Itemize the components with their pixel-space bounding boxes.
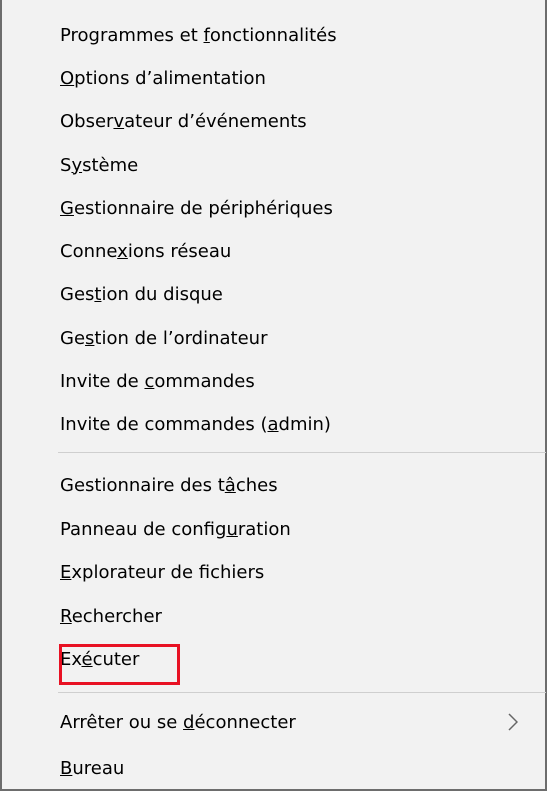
- menu-item-label: Programmes et fonctionnalités: [60, 24, 337, 46]
- menu-item-label: Invite de commandes: [60, 370, 255, 392]
- menu-item-search[interactable]: Rechercher: [60, 597, 540, 635]
- menu-item-label: Arrêter ou se déconnecter: [60, 711, 296, 733]
- menu-item-label: Panneau de configuration: [60, 518, 291, 540]
- menu-item-system[interactable]: Système: [60, 146, 540, 184]
- menu-item-label: Options d’alimentation: [60, 67, 266, 89]
- menu-item-file-explorer[interactable]: Explorateur de fichiers: [60, 553, 540, 591]
- menu-item-label: Connexions réseau: [60, 240, 232, 262]
- menu-item-label: Rechercher: [60, 605, 162, 627]
- menu-item-power-options[interactable]: Options d’alimentation: [60, 59, 540, 97]
- menu-item-command-prompt-admin[interactable]: Invite de commandes (admin): [60, 405, 540, 443]
- menu-item-device-manager[interactable]: Gestionnaire de périphériques: [60, 189, 540, 227]
- menu-item-label: Gestion du disque: [60, 283, 223, 305]
- menu-item-shutdown-signout[interactable]: Arrêter ou se déconnecter: [60, 703, 540, 741]
- run-highlight-box: [59, 644, 180, 685]
- menu-item-label: Explorateur de fichiers: [60, 561, 265, 583]
- menu-item-control-panel[interactable]: Panneau de configuration: [60, 510, 540, 548]
- menu-item-label: Système: [60, 154, 139, 176]
- menu-item-label: Gestionnaire de périphériques: [60, 197, 333, 219]
- menu-item-label: Observateur d’événements: [60, 110, 307, 132]
- menu-item-label: Gestion de l’ordinateur: [60, 327, 268, 349]
- menu-item-event-viewer[interactable]: Observateur d’événements: [60, 102, 540, 140]
- winx-context-menu: Programmes et fonctionnalités Options d’…: [0, 0, 547, 791]
- menu-item-command-prompt[interactable]: Invite de commandes: [60, 362, 540, 400]
- menu-item-desktop[interactable]: Bureau: [60, 749, 540, 787]
- menu-item-computer-management[interactable]: Gestion de l’ordinateur: [60, 319, 540, 357]
- menu-item-label: Invite de commandes (admin): [60, 413, 331, 435]
- menu-item-programs-features[interactable]: Programmes et fonctionnalités: [60, 16, 540, 54]
- menu-item-label: Gestionnaire des tâches: [60, 474, 278, 496]
- menu-separator: [58, 452, 546, 453]
- menu-separator: [58, 692, 546, 693]
- menu-item-disk-management[interactable]: Gestion du disque: [60, 275, 540, 313]
- menu-item-task-manager[interactable]: Gestionnaire des tâches: [60, 466, 540, 504]
- menu-item-network-connections[interactable]: Connexions réseau: [60, 232, 540, 270]
- chevron-right-icon: [508, 703, 518, 741]
- menu-item-label: Bureau: [60, 757, 125, 779]
